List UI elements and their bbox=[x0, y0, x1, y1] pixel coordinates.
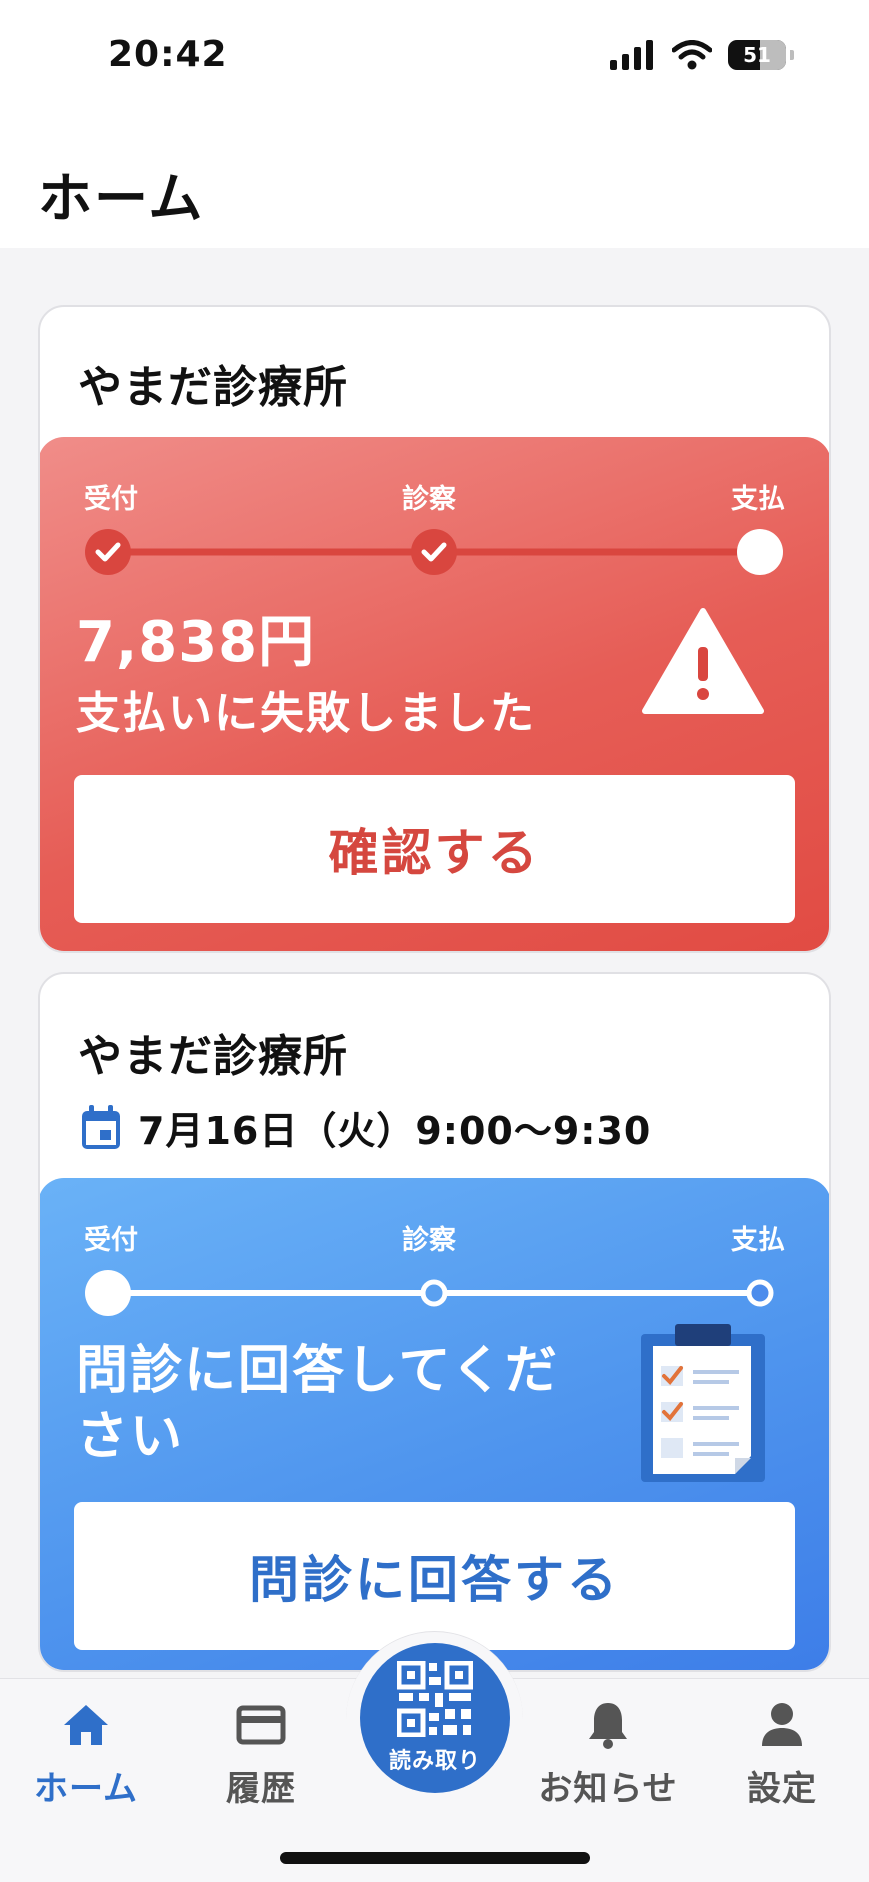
card-icon bbox=[236, 1705, 286, 1745]
payment-status-message: 支払いに失敗しました bbox=[76, 688, 536, 739]
appointment-date: 7月16日（火）9:00〜9:30 bbox=[138, 1109, 652, 1153]
clipboard-icon bbox=[641, 1324, 765, 1482]
step-pending-payment bbox=[746, 1279, 774, 1307]
progress-steps: 受付 診察 支払 bbox=[84, 477, 785, 575]
battery-level: 51 bbox=[743, 43, 771, 67]
payment-status-panel: 受付 診察 支払 7,838円 支払いに失敗しました 確認する bbox=[40, 437, 829, 951]
scan-button[interactable]: 読み取り bbox=[360, 1643, 510, 1793]
step-pending-consultation bbox=[420, 1279, 448, 1307]
tab-label-notifications: お知らせ bbox=[538, 1769, 678, 1809]
home-icon bbox=[64, 1705, 108, 1745]
payment-card: やまだ診療所 受付 診察 支払 7,838円 支払いに失敗しました 確認する bbox=[38, 305, 831, 953]
bell-icon bbox=[589, 1703, 627, 1749]
clinic-name: やまだ診療所 bbox=[78, 1031, 348, 1082]
clinic-name: やまだ診療所 bbox=[78, 362, 348, 413]
step-label-payment: 支払 bbox=[731, 484, 785, 515]
progress-track bbox=[85, 1270, 774, 1316]
wifi-icon bbox=[672, 40, 712, 70]
tab-home[interactable]: ホーム bbox=[16, 1697, 156, 1810]
step-label-payment: 支払 bbox=[731, 1225, 785, 1256]
warning-icon bbox=[642, 608, 764, 714]
page-title: ホーム bbox=[38, 167, 205, 230]
scan-label: 読み取り bbox=[388, 1749, 481, 1774]
step-label-reception: 受付 bbox=[84, 484, 138, 515]
tab-label-home: ホーム bbox=[34, 1769, 138, 1809]
step-label-reception: 受付 bbox=[84, 1225, 138, 1256]
step-current-payment bbox=[737, 529, 783, 575]
step-label-consultation: 診察 bbox=[402, 1225, 456, 1256]
amount: 7,838円 bbox=[76, 610, 316, 675]
questionnaire-message: 問診に回答してください bbox=[76, 1341, 559, 1467]
progress-track bbox=[85, 529, 783, 575]
progress-steps: 受付 診察 支払 bbox=[84, 1218, 785, 1316]
tab-label-settings: 設定 bbox=[747, 1769, 817, 1809]
calendar-icon bbox=[82, 1104, 120, 1149]
status-bar: 20:42 51 bbox=[0, 0, 869, 118]
qr-code-icon bbox=[397, 1661, 473, 1737]
person-icon bbox=[762, 1703, 802, 1746]
tab-history[interactable]: 履歴 bbox=[191, 1697, 331, 1810]
step-current-reception bbox=[85, 1270, 131, 1316]
appointment-card: やまだ診療所 7月16日（火）9:00〜9:30 受付 診察 支払 問診に回答し… bbox=[38, 972, 831, 1672]
confirm-button[interactable]: 確認する bbox=[74, 775, 795, 923]
status-time: 20:42 bbox=[108, 34, 228, 75]
step-label-consultation: 診察 bbox=[402, 484, 456, 515]
status-icons: 51 bbox=[610, 40, 794, 70]
tab-settings[interactable]: 設定 bbox=[712, 1697, 852, 1810]
tab-label-history: 履歴 bbox=[226, 1769, 296, 1809]
questionnaire-status-panel: 受付 診察 支払 問診に回答してください 問診に回答する bbox=[40, 1178, 829, 1670]
step-done-reception bbox=[85, 529, 131, 575]
signal-icon bbox=[610, 40, 653, 70]
answer-questionnaire-button[interactable]: 問診に回答する bbox=[74, 1502, 795, 1650]
appointment-date-row: 7月16日（火）9:00〜9:30 bbox=[80, 1100, 651, 1155]
header: ホーム bbox=[0, 118, 869, 248]
home-indicator bbox=[280, 1852, 590, 1864]
step-done-consultation bbox=[411, 529, 457, 575]
tab-notifications[interactable]: お知らせ bbox=[538, 1697, 678, 1810]
battery-icon: 51 bbox=[728, 40, 786, 70]
